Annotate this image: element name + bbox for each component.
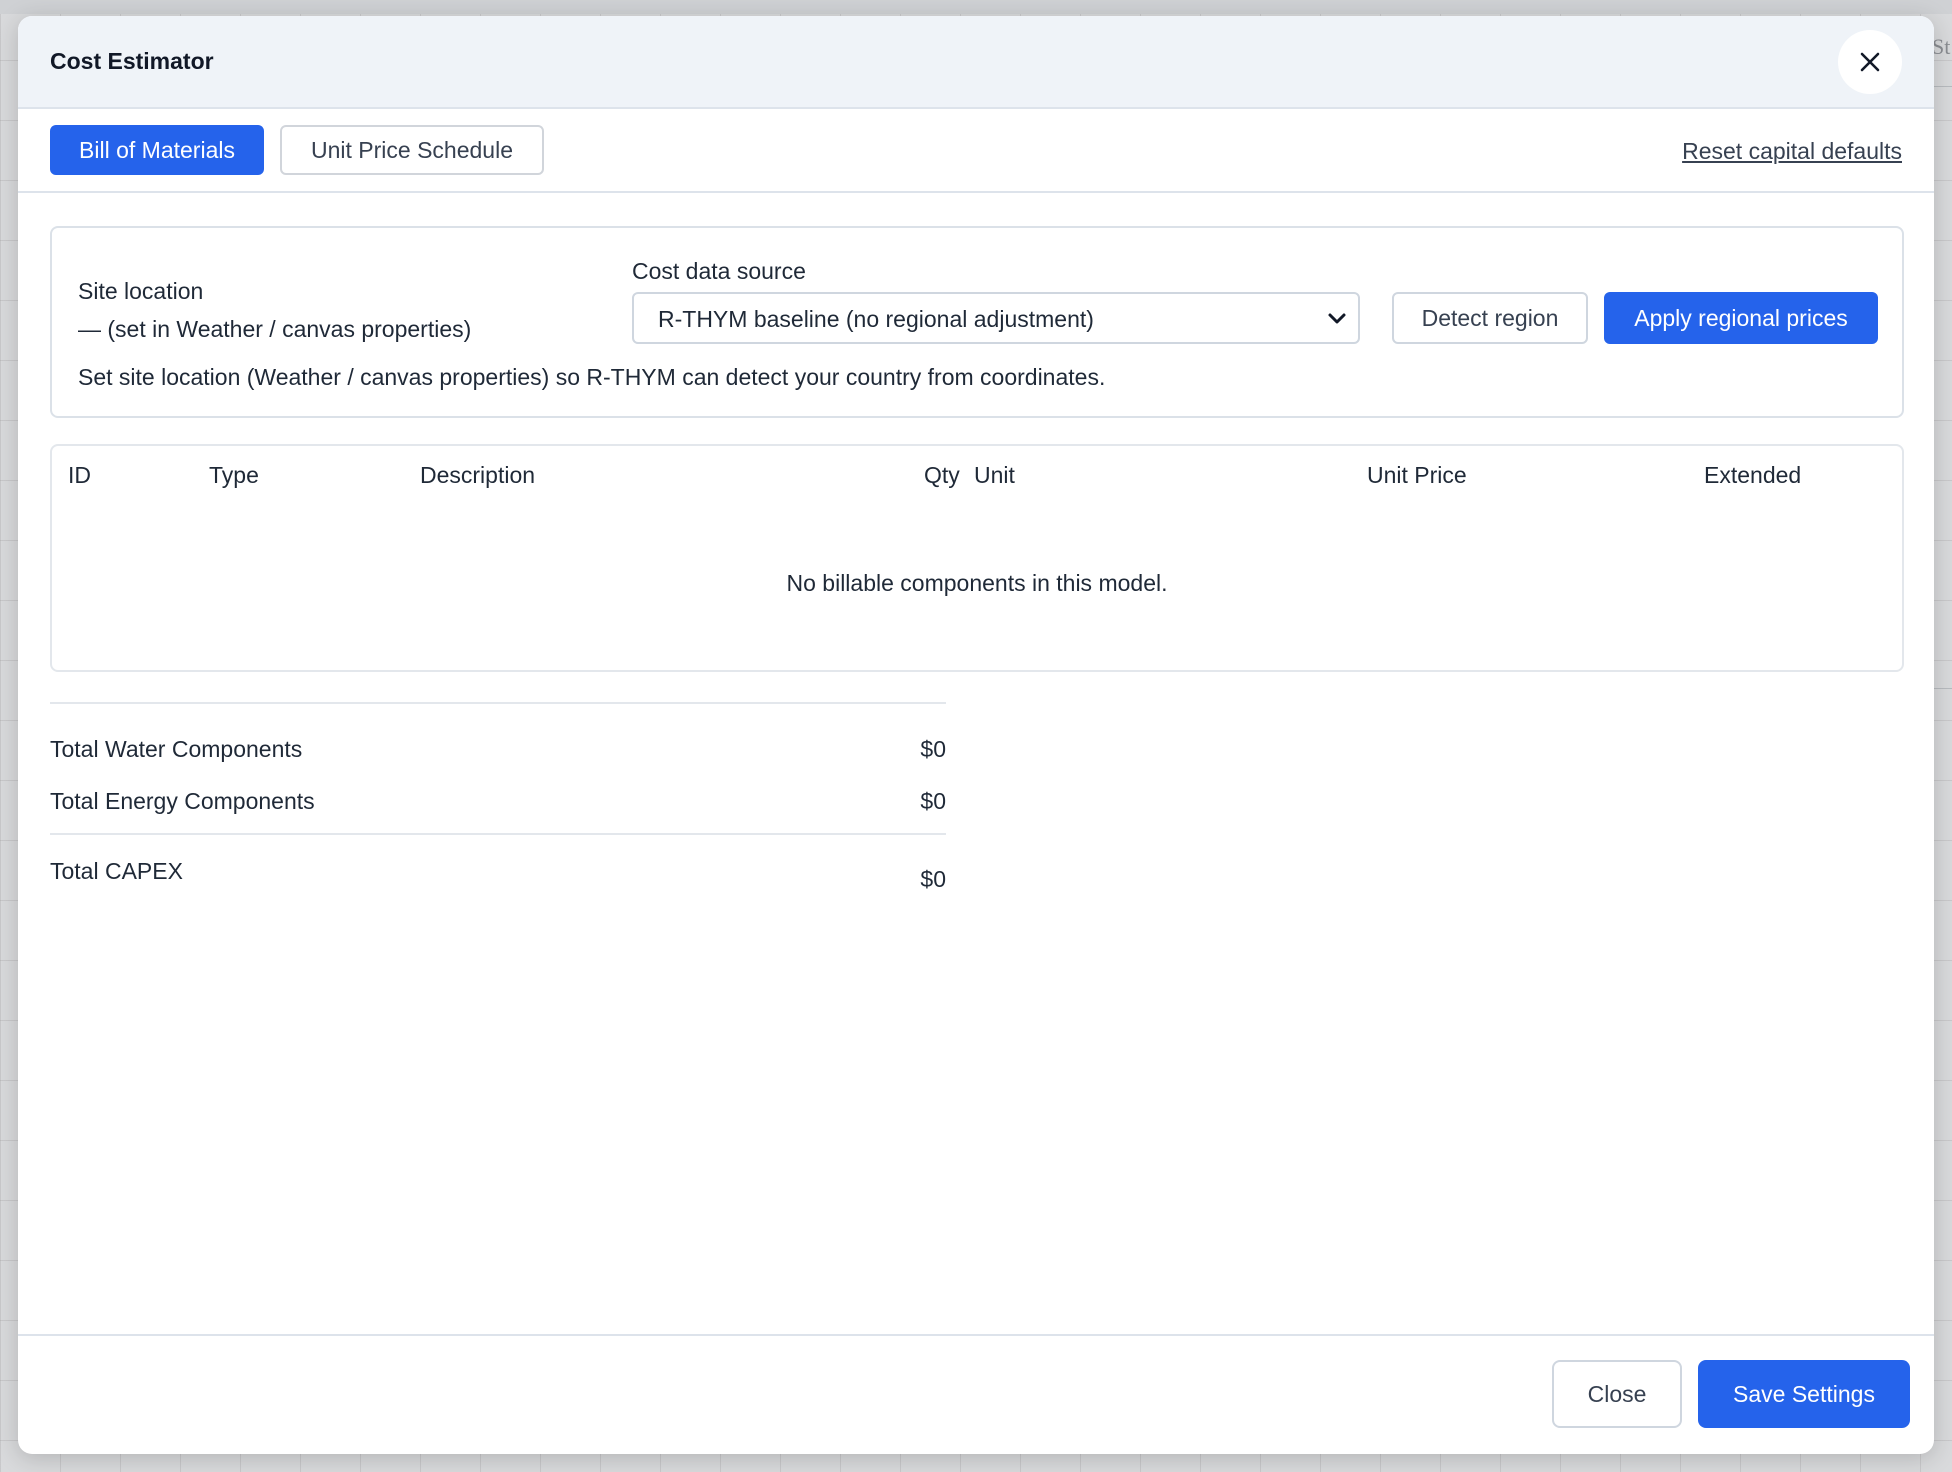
close-icon [1860, 52, 1880, 72]
column-header-unit-price: Unit Price [1367, 462, 1467, 488]
column-header-qty: Qty [924, 462, 960, 488]
cost-estimator-dialog: Cost Estimator Bill of Materials Unit Pr… [18, 16, 1934, 1454]
background-topbar [0, 0, 1952, 14]
column-header-extended: Extended [1704, 462, 1802, 488]
total-capex-value: $0 [920, 866, 946, 892]
tab-bar: Bill of Materials Unit Price Schedule Re… [18, 109, 1934, 193]
dialog-title: Cost Estimator [50, 48, 214, 74]
totals-divider [50, 702, 946, 704]
total-capex-label: Total CAPEX [50, 858, 183, 884]
save-settings-button[interactable]: Save Settings [1698, 1360, 1910, 1428]
tab-unit-price-schedule[interactable]: Unit Price Schedule [280, 125, 544, 175]
tab-bill-of-materials[interactable]: Bill of Materials [50, 125, 264, 175]
region-settings-panel: Site location — (set in Weather / canvas… [50, 226, 1904, 418]
column-header-id: ID [68, 462, 91, 488]
total-water-value: $0 [920, 736, 946, 762]
empty-table-message: No billable components in this model. [786, 570, 1168, 596]
site-location-hint: Set site location (Weather / canvas prop… [78, 364, 1106, 390]
site-location-label: Site location [78, 278, 204, 304]
dialog-footer: Close Save Settings [18, 1334, 1934, 1454]
cost-data-source-label: Cost data source [632, 258, 806, 284]
total-energy-value: $0 [920, 788, 946, 814]
cost-data-source-value: R-THYM baseline (no regional adjustment) [658, 306, 1094, 332]
apply-regional-prices-button[interactable]: Apply regional prices [1604, 292, 1878, 344]
detect-region-button[interactable]: Detect region [1392, 292, 1588, 344]
reset-capital-defaults-link[interactable]: Reset capital defaults [1682, 138, 1902, 165]
close-button[interactable]: Close [1552, 1360, 1682, 1428]
totals-divider [50, 833, 946, 835]
column-header-description: Description [420, 462, 536, 488]
cost-data-source-select[interactable]: R-THYM baseline (no regional adjustment) [632, 292, 1360, 344]
close-dialog-button[interactable] [1838, 30, 1902, 94]
column-header-type: Type [209, 462, 259, 488]
background-partial-text: St [1932, 34, 1951, 59]
column-header-unit: Unit [974, 462, 1015, 488]
dialog-header: Cost Estimator [18, 16, 1934, 109]
total-water-label: Total Water Components [50, 736, 303, 762]
bill-of-materials-table: ID Type Description Qty Unit Unit Price … [50, 444, 1904, 672]
total-energy-label: Total Energy Components [50, 788, 315, 814]
site-location-value: — (set in Weather / canvas properties) [78, 316, 472, 342]
chevron-down-icon [1328, 313, 1346, 324]
